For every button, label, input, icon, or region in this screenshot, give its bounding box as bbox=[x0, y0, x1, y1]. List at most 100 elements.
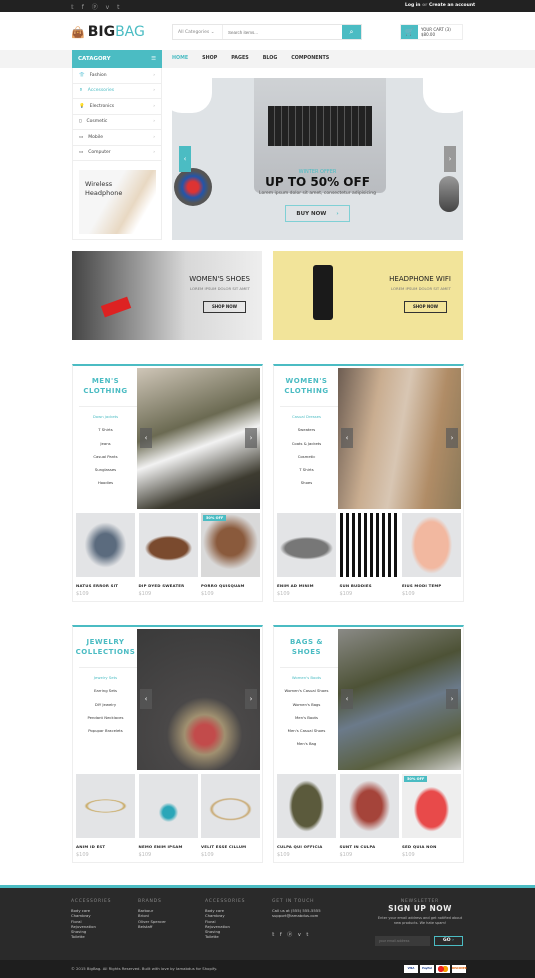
footer-social-icons[interactable]: 𝕥 f ⓟ v t bbox=[272, 931, 310, 938]
product-name[interactable]: VELIT ESSE CILLUM bbox=[201, 844, 260, 849]
login-link[interactable]: Log in bbox=[405, 3, 421, 8]
newsletter-go-button[interactable]: GO › bbox=[434, 936, 463, 946]
product-name[interactable]: SUN BUDDIES bbox=[340, 583, 399, 588]
product-image[interactable] bbox=[138, 513, 198, 577]
product-image[interactable] bbox=[339, 513, 399, 577]
nav-home[interactable]: HOME bbox=[172, 56, 188, 61]
product-image[interactable] bbox=[76, 774, 135, 838]
slider-next-button[interactable]: › bbox=[444, 146, 456, 172]
section-link[interactable]: T Shirts bbox=[274, 463, 339, 476]
carousel-prev-button[interactable]: ‹ bbox=[341, 689, 353, 709]
section-title[interactable]: BAGS & SHOES bbox=[274, 637, 339, 657]
product-image[interactable] bbox=[339, 774, 399, 838]
section-link[interactable]: Women's Boots bbox=[274, 671, 339, 684]
section-link[interactable]: T Shirts bbox=[73, 423, 138, 436]
section-link[interactable]: Cosmetic bbox=[274, 450, 339, 463]
cart-button[interactable]: 🛒 YOUR CART (3) $80.00 bbox=[400, 24, 463, 40]
section-link[interactable]: Casual Pants bbox=[73, 450, 138, 463]
section-link[interactable]: Men's Boots bbox=[274, 711, 339, 724]
sidebar-item-electronics[interactable]: 💡 Electronics › bbox=[73, 99, 161, 115]
product-image[interactable]: 50% OFF bbox=[402, 774, 461, 838]
product-name[interactable]: NEMO ENIM IPSAM bbox=[139, 844, 198, 849]
category-menu-button[interactable]: CATAGORY ☰ bbox=[72, 50, 162, 68]
carousel-next-button[interactable]: › bbox=[446, 689, 458, 709]
product-name[interactable]: PORRO QUISQUAM bbox=[201, 583, 260, 588]
carousel-next-button[interactable]: › bbox=[446, 428, 458, 448]
product-name[interactable]: EIUS MODI TEMP bbox=[402, 583, 461, 588]
product-card[interactable]: CULPA QUI OFFICIA $109 bbox=[277, 774, 336, 858]
search-input[interactable] bbox=[223, 25, 342, 39]
product-card[interactable]: DIP DYED SWEATER $109 bbox=[138, 513, 198, 597]
product-image[interactable]: 50% OFF bbox=[201, 513, 260, 577]
carousel-prev-button[interactable]: ‹ bbox=[140, 428, 152, 448]
footer-link[interactable]: Toilette bbox=[71, 934, 111, 939]
product-image[interactable] bbox=[277, 513, 336, 577]
section-link[interactable]: Hoodies bbox=[73, 476, 138, 489]
section-link[interactable]: Women's Casual Shoes bbox=[274, 684, 339, 697]
product-card[interactable]: VELIT ESSE CILLUM $109 bbox=[201, 774, 260, 858]
product-image[interactable] bbox=[201, 774, 260, 838]
product-image[interactable] bbox=[138, 774, 198, 838]
product-name[interactable]: DIP DYED SWEATER bbox=[139, 583, 198, 588]
carousel-next-button[interactable]: › bbox=[245, 428, 257, 448]
section-link[interactable]: Sweaters bbox=[274, 423, 339, 436]
section-link[interactable]: Shoes bbox=[274, 476, 339, 489]
sidebar-item-mobile[interactable]: ▭ Mobile › bbox=[73, 130, 161, 146]
sidebar-item-cosmetic[interactable]: ▯ Cosmetic › bbox=[73, 115, 161, 130]
section-link[interactable]: Popupar Bracelets bbox=[73, 724, 138, 737]
shop-now-button[interactable]: SHOP NOW bbox=[404, 301, 447, 313]
section-link[interactable]: Sunglasses bbox=[73, 463, 138, 476]
logo[interactable]: 👜 BIGBAG bbox=[71, 24, 145, 40]
product-card[interactable]: NATUS ERROR SIT $109 bbox=[76, 513, 135, 597]
product-card[interactable]: SUNT IN CULPA $109 bbox=[339, 774, 399, 858]
newsletter-email-input[interactable] bbox=[375, 936, 430, 946]
product-image[interactable] bbox=[402, 513, 461, 577]
sidebar-item-fashion[interactable]: 👕 Fashion › bbox=[73, 68, 161, 84]
product-image[interactable] bbox=[277, 774, 336, 838]
section-link[interactable]: Men's Casual Shoes bbox=[274, 724, 339, 737]
product-name[interactable]: SUNT IN CULPA bbox=[340, 844, 399, 849]
sidebar-item-accessories[interactable]: ⚱ Accessories › bbox=[73, 84, 161, 99]
create-account-link[interactable]: Create an account bbox=[429, 3, 475, 8]
section-link[interactable]: Pendant Necklaces bbox=[73, 711, 138, 724]
nav-components[interactable]: COMPONENTS bbox=[291, 56, 329, 61]
product-name[interactable]: ENIM AD MINIM bbox=[277, 583, 336, 588]
section-link[interactable]: Men's Bag bbox=[274, 737, 339, 750]
carousel-next-button[interactable]: › bbox=[245, 689, 257, 709]
product-card[interactable]: 50% OFF PORRO QUISQUAM $109 bbox=[201, 513, 260, 597]
product-card[interactable]: EIUS MODI TEMP $109 bbox=[402, 513, 461, 597]
product-name[interactable]: NATUS ERROR SIT bbox=[76, 583, 135, 588]
carousel-prev-button[interactable]: ‹ bbox=[140, 689, 152, 709]
section-link[interactable]: Down jackets bbox=[73, 410, 138, 423]
section-title[interactable]: MEN'S CLOTHING bbox=[73, 376, 138, 396]
footer-link[interactable]: Belstaff bbox=[138, 924, 166, 929]
nav-pages[interactable]: PAGES bbox=[231, 56, 248, 61]
section-link[interactable]: Jewelry Sets bbox=[73, 671, 138, 684]
product-card[interactable]: 50% OFF SED QUIA NON $109 bbox=[402, 774, 461, 858]
footer-link[interactable]: support@iamabdus.com bbox=[272, 913, 321, 918]
product-card[interactable]: NEMO ENIM IPSAM $109 bbox=[138, 774, 198, 858]
product-name[interactable]: SED QUIA NON bbox=[402, 844, 461, 849]
section-title[interactable]: JEWELRY COLLECTIONS bbox=[73, 637, 138, 657]
product-card[interactable]: ANIM ID EST $109 bbox=[76, 774, 135, 858]
footer-link[interactable]: Toilette bbox=[205, 934, 245, 939]
carousel-prev-button[interactable]: ‹ bbox=[341, 428, 353, 448]
product-image[interactable] bbox=[76, 513, 135, 577]
section-link[interactable]: Women's Bags bbox=[274, 698, 339, 711]
section-link[interactable]: Jeans bbox=[73, 437, 138, 450]
nav-shop[interactable]: SHOP bbox=[202, 56, 217, 61]
section-link[interactable]: Earring Sets bbox=[73, 684, 138, 697]
sidebar-item-computer[interactable]: ▭ Computer › bbox=[73, 146, 161, 161]
section-link[interactable]: Coats & Jackets bbox=[274, 437, 339, 450]
nav-blog[interactable]: BLOG bbox=[263, 56, 278, 61]
section-link[interactable]: DIY Jewelry bbox=[73, 698, 138, 711]
social-icons[interactable]: 𝕥 f ⓟ v t bbox=[71, 2, 122, 11]
search-button[interactable]: ⌕ bbox=[342, 25, 361, 39]
category-select[interactable]: All Categories ⌄ bbox=[173, 25, 223, 39]
womens-shoes-banner[interactable]: WOMEN'S SHOES LOREM IPSUM DOLOR SIT AMET… bbox=[72, 251, 262, 340]
headphone-wifi-banner[interactable]: HEADPHONE WIFI LOREM IPSUM DOLOR SIT AME… bbox=[273, 251, 463, 340]
slider-prev-button[interactable]: ‹ bbox=[179, 146, 191, 172]
section-link[interactable]: Casual Dresses bbox=[274, 410, 339, 423]
product-name[interactable]: ANIM ID EST bbox=[76, 844, 135, 849]
wireless-headphone-promo[interactable]: Wireless Headphone bbox=[79, 170, 156, 234]
